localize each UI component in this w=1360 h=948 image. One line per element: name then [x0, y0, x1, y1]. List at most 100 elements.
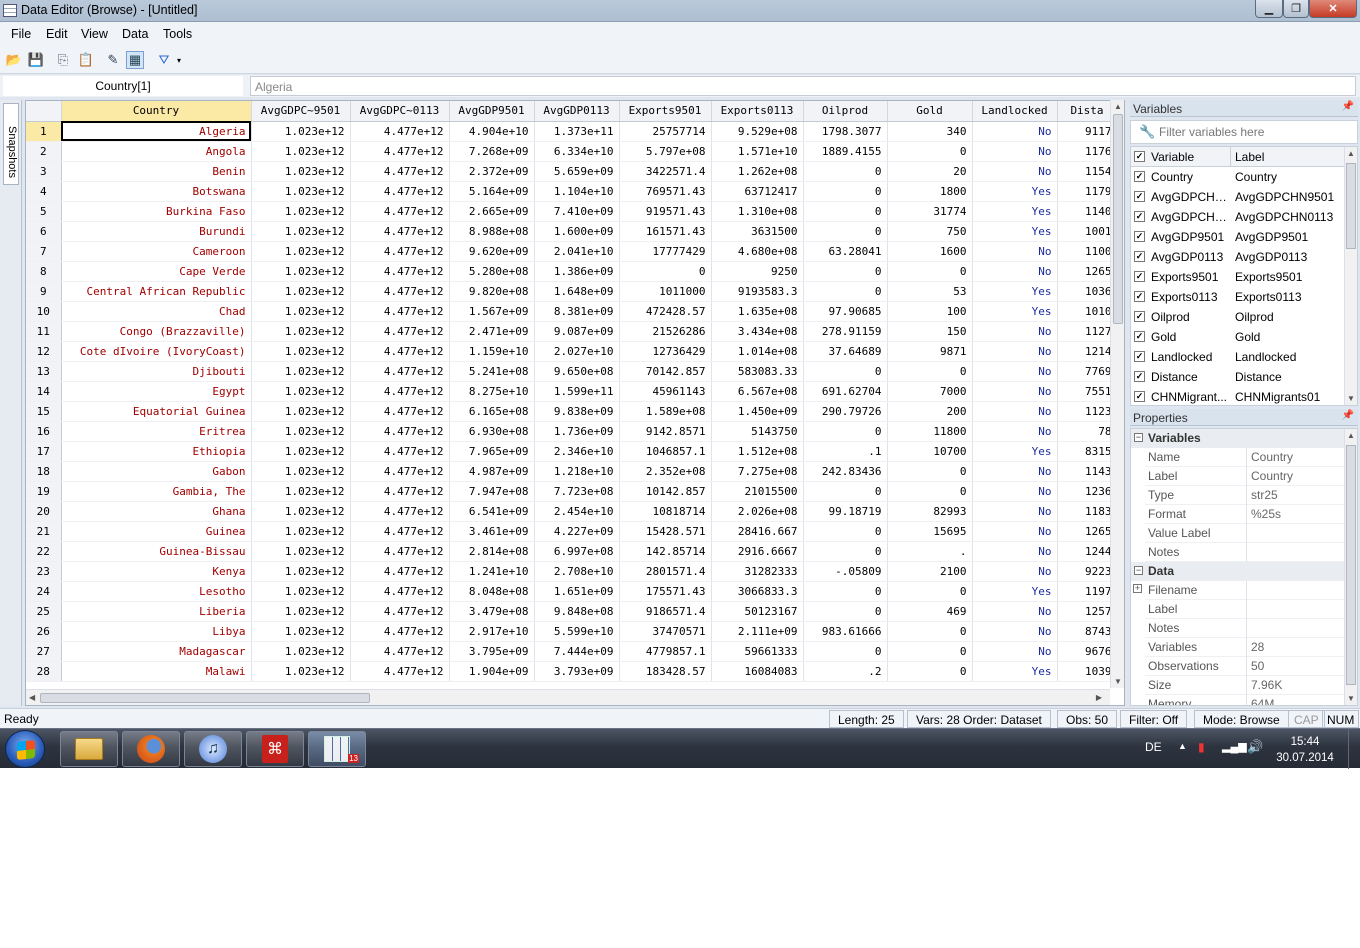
data-cell[interactable]: 183428.57: [619, 661, 712, 682]
data-cell[interactable]: Chad: [61, 301, 252, 322]
data-cell[interactable]: 1.600e+09: [534, 221, 620, 242]
data-cell[interactable]: 3.461e+09: [449, 521, 535, 542]
data-cell[interactable]: 1.023e+12: [251, 521, 351, 542]
data-cell[interactable]: 1.023e+12: [251, 481, 351, 502]
data-cell[interactable]: 1.023e+12: [251, 241, 351, 262]
row-number[interactable]: 9: [26, 281, 62, 302]
variable-checkbox[interactable]: ✓: [1134, 211, 1145, 222]
column-header[interactable]: Exports9501: [619, 101, 712, 122]
column-header[interactable]: AvgGDPC~9501: [251, 101, 351, 122]
data-cell[interactable]: 2.026e+08: [711, 501, 804, 522]
variable-checkbox[interactable]: ✓: [1134, 231, 1145, 242]
data-cell[interactable]: 1798.3077: [803, 121, 888, 142]
row-number[interactable]: 22: [26, 541, 62, 562]
data-cell[interactable]: Yes: [972, 301, 1058, 322]
data-cell[interactable]: 4.477e+12: [350, 181, 450, 202]
data-cell[interactable]: 142.85714: [619, 541, 712, 562]
data-cell[interactable]: 5.241e+08: [449, 361, 535, 382]
data-cell[interactable]: 4.477e+12: [350, 261, 450, 282]
data-cell[interactable]: 8.988e+08: [449, 221, 535, 242]
data-cell[interactable]: No: [972, 401, 1058, 422]
row-number[interactable]: 3: [26, 161, 62, 182]
data-cell[interactable]: 4.477e+12: [350, 601, 450, 622]
usb-icon[interactable]: ▮: [1198, 740, 1205, 754]
variable-column-header[interactable]: Variable: [1151, 150, 1231, 164]
data-cell[interactable]: 1.373e+11: [534, 121, 620, 142]
row-number[interactable]: 18: [26, 461, 62, 482]
data-cell[interactable]: 4779857.1: [619, 641, 712, 662]
data-cell[interactable]: 469: [887, 601, 973, 622]
column-header[interactable]: Oilprod: [803, 101, 888, 122]
data-cell[interactable]: 1143: [1057, 461, 1118, 482]
data-cell[interactable]: Yes: [972, 201, 1058, 222]
collapse-icon[interactable]: −: [1134, 433, 1143, 442]
data-cell[interactable]: 0: [887, 661, 973, 682]
data-cell[interactable]: 9.820e+08: [449, 281, 535, 302]
row-number[interactable]: 21: [26, 521, 62, 542]
data-cell[interactable]: 0: [803, 161, 888, 182]
data-cell[interactable]: 1257: [1057, 601, 1118, 622]
property-row[interactable]: Format %25s: [1145, 505, 1345, 524]
data-cell[interactable]: 1.023e+12: [251, 261, 351, 282]
language-indicator[interactable]: DE: [1145, 740, 1162, 754]
data-cell[interactable]: 0: [887, 261, 973, 282]
grid-corner[interactable]: [26, 101, 62, 122]
data-cell[interactable]: 31774: [887, 201, 973, 222]
data-cell[interactable]: 4.477e+12: [350, 141, 450, 162]
data-cell[interactable]: No: [972, 161, 1058, 182]
data-cell[interactable]: 21526286: [619, 321, 712, 342]
data-cell[interactable]: 4.987e+09: [449, 461, 535, 482]
data-cell[interactable]: 1.651e+09: [534, 581, 620, 602]
data-cell[interactable]: 4.477e+12: [350, 581, 450, 602]
data-cell[interactable]: 99.18719: [803, 501, 888, 522]
variable-list-item[interactable]: ✓ Exports9501 Exports9501: [1131, 267, 1345, 287]
data-cell[interactable]: No: [972, 501, 1058, 522]
property-row[interactable]: Size 7.96K: [1145, 676, 1345, 695]
data-cell[interactable]: 3066833.3: [711, 581, 804, 602]
data-cell[interactable]: 0: [803, 421, 888, 442]
data-cell[interactable]: 5143750: [711, 421, 804, 442]
data-cell[interactable]: 1.023e+12: [251, 441, 351, 462]
data-cell[interactable]: 4.477e+12: [350, 401, 450, 422]
data-cell[interactable]: 4.477e+12: [350, 501, 450, 522]
data-cell[interactable]: 2.471e+09: [449, 321, 535, 342]
data-cell[interactable]: 4.477e+12: [350, 621, 450, 642]
data-cell[interactable]: No: [972, 601, 1058, 622]
data-cell[interactable]: 472428.57: [619, 301, 712, 322]
data-cell[interactable]: 7.723e+08: [534, 481, 620, 502]
data-cell[interactable]: 100: [887, 301, 973, 322]
property-row[interactable]: Filename +: [1133, 581, 1345, 600]
data-cell[interactable]: 4.477e+12: [350, 381, 450, 402]
data-cell[interactable]: Lesotho: [61, 581, 252, 602]
data-cell[interactable]: 1.023e+12: [251, 121, 351, 142]
data-cell[interactable]: 82993: [887, 501, 973, 522]
data-cell[interactable]: 10142.857: [619, 481, 712, 502]
data-cell[interactable]: .2: [803, 661, 888, 682]
data-cell[interactable]: 1.023e+12: [251, 621, 351, 642]
menu-tools[interactable]: Tools: [163, 27, 192, 41]
data-cell[interactable]: Cameroon: [61, 241, 252, 262]
data-cell[interactable]: Yes: [972, 661, 1058, 682]
data-cell[interactable]: 97.90685: [803, 301, 888, 322]
snapshots-tab[interactable]: Snapshots: [3, 103, 19, 185]
data-cell[interactable]: No: [972, 141, 1058, 162]
show-desktop-button[interactable]: [1348, 729, 1360, 769]
data-cell[interactable]: 1197: [1057, 581, 1118, 602]
data-cell[interactable]: 1.023e+12: [251, 401, 351, 422]
data-cell[interactable]: 9186571.4: [619, 601, 712, 622]
row-number[interactable]: 2: [26, 141, 62, 162]
grid-vertical-scrollbar[interactable]: ▲ ▼: [1110, 100, 1124, 688]
minimize-button[interactable]: ▁: [1255, 0, 1283, 18]
data-cell[interactable]: 45961143: [619, 381, 712, 402]
data-cell[interactable]: 1.023e+12: [251, 201, 351, 222]
data-cell[interactable]: 78: [1057, 421, 1118, 442]
data-cell[interactable]: 1.635e+08: [711, 301, 804, 322]
data-cell[interactable]: Yes: [972, 441, 1058, 462]
data-cell[interactable]: 175571.43: [619, 581, 712, 602]
data-cell[interactable]: 7.268e+09: [449, 141, 535, 162]
data-cell[interactable]: Libya: [61, 621, 252, 642]
data-cell[interactable]: 0: [803, 221, 888, 242]
data-cell[interactable]: 242.83436: [803, 461, 888, 482]
data-cell[interactable]: 28416.667: [711, 521, 804, 542]
data-cell[interactable]: 4.477e+12: [350, 361, 450, 382]
